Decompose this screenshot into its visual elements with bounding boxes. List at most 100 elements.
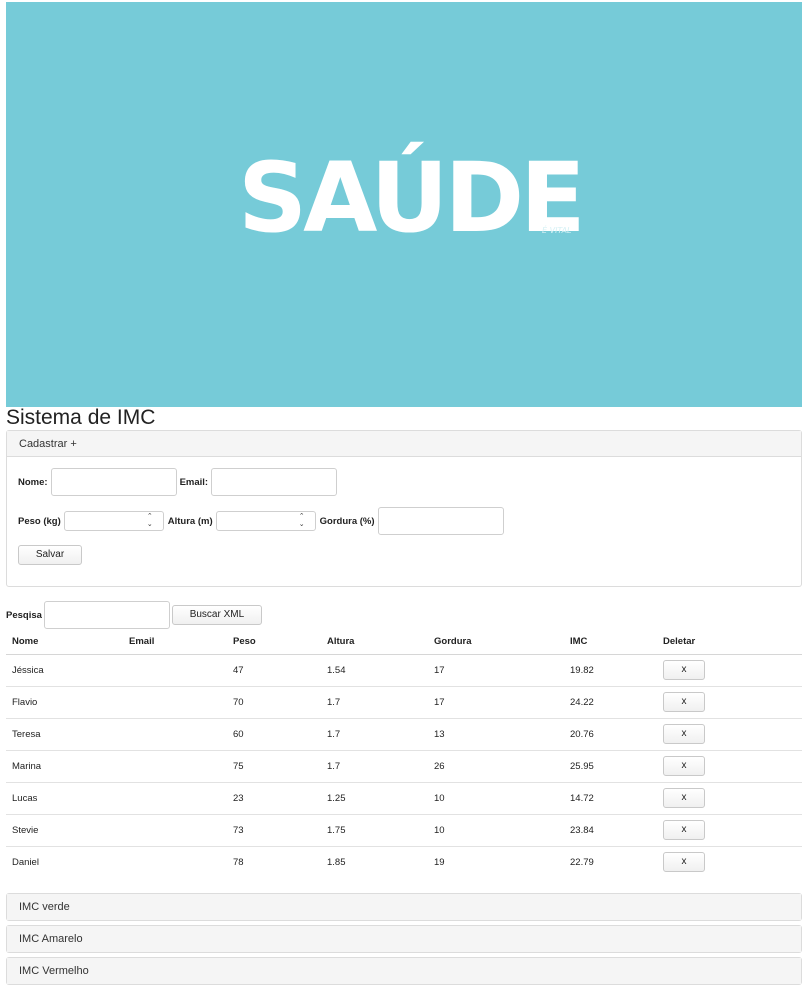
- cell-altura: 1.7: [321, 686, 428, 719]
- peso-input[interactable]: ⌃ ⌄: [63, 511, 164, 531]
- cell-deletar: x: [657, 846, 802, 878]
- search-bar: Pesqisa Buscar XML: [6, 601, 262, 629]
- cell-altura: 1.54: [321, 654, 428, 687]
- register-panel-header[interactable]: Cadastrar +: [7, 431, 801, 457]
- spinner-icon[interactable]: ⌃ ⌄: [299, 513, 305, 529]
- cell-peso: 47: [227, 654, 321, 687]
- imc-amarelo-header[interactable]: IMC Amarelo: [7, 926, 801, 952]
- cell-imc: 14.72: [564, 782, 657, 815]
- cell-email: [123, 814, 227, 847]
- cell-nome: Teresa: [6, 718, 123, 751]
- cell-deletar: x: [657, 654, 802, 687]
- table-row: Flavio 70 1.7 17 24.22 x: [6, 686, 802, 719]
- cell-deletar: x: [657, 686, 802, 719]
- cell-imc: 24.22: [564, 686, 657, 719]
- cell-gordura: 17: [428, 654, 564, 687]
- cell-peso: 73: [227, 814, 321, 847]
- cell-email: [123, 686, 227, 719]
- imc-vermelho-panel[interactable]: IMC Vermelho: [6, 957, 802, 985]
- logo-text: SAÚDE: [238, 142, 586, 254]
- col-peso: Peso: [227, 630, 321, 655]
- email-label: Email:: [179, 476, 209, 488]
- delete-button[interactable]: x: [663, 724, 705, 744]
- col-imc: IMC: [564, 630, 657, 655]
- cell-deletar: x: [657, 814, 802, 847]
- saude-logo: SAÚDE É VITAL: [238, 148, 586, 248]
- cell-gordura: 13: [428, 718, 564, 751]
- cell-altura: 1.75: [321, 814, 428, 847]
- cell-email: [123, 654, 227, 687]
- save-button[interactable]: Salvar: [18, 545, 82, 565]
- cell-email: [123, 846, 227, 878]
- imc-amarelo-panel[interactable]: IMC Amarelo: [6, 925, 802, 953]
- col-nome: Nome: [6, 630, 123, 655]
- logo-tagline: É VITAL: [542, 226, 572, 235]
- cell-nome: Flavio: [6, 686, 123, 719]
- table-row: Teresa 60 1.7 13 20.76 x: [6, 718, 802, 751]
- cell-email: [123, 718, 227, 751]
- cell-deletar: x: [657, 782, 802, 815]
- gordura-input[interactable]: [377, 507, 504, 535]
- table-row: Daniel 78 1.85 19 22.79 x: [6, 846, 802, 878]
- cell-nome: Stevie: [6, 814, 123, 847]
- cell-gordura: 10: [428, 814, 564, 847]
- page-title: Sistema de IMC: [6, 406, 156, 429]
- table-row: Stevie 73 1.75 10 23.84 x: [6, 814, 802, 847]
- table-row: Lucas 23 1.25 10 14.72 x: [6, 782, 802, 815]
- search-label: Pesqisa: [6, 609, 42, 621]
- email-input[interactable]: [211, 468, 338, 496]
- col-email: Email: [123, 630, 227, 655]
- cell-imc: 22.79: [570, 856, 594, 868]
- altura-input[interactable]: ⌃ ⌄: [215, 511, 316, 531]
- delete-button[interactable]: x: [663, 788, 705, 808]
- imc-vermelho-header[interactable]: IMC Vermelho: [7, 958, 801, 984]
- cell-deletar: x: [657, 718, 802, 751]
- cell-altura: 1.7: [321, 718, 428, 751]
- cell-imc: 25.95: [564, 750, 657, 783]
- cell-imc: 23.84: [564, 814, 657, 847]
- col-gordura: Gordura: [428, 630, 564, 655]
- spinner-icon[interactable]: ⌃ ⌄: [147, 513, 153, 529]
- cell-gordura: 19: [434, 856, 445, 868]
- delete-button[interactable]: x: [663, 852, 705, 873]
- delete-button[interactable]: x: [663, 660, 705, 680]
- cell-deletar: x: [657, 750, 802, 783]
- cell-email: [123, 782, 227, 815]
- save-row: Salvar: [18, 545, 82, 565]
- cell-gordura: 26: [428, 750, 564, 783]
- page: SAÚDE É VITAL Sistema de IMC Cadastrar +…: [0, 0, 806, 989]
- imc-verde-header[interactable]: IMC verde: [7, 894, 801, 920]
- imc-verde-panel[interactable]: IMC verde: [6, 893, 802, 921]
- cell-nome: Lucas: [6, 782, 123, 815]
- table-row: Jéssica 47 1.54 17 19.82 x: [6, 654, 802, 687]
- delete-button[interactable]: x: [663, 692, 705, 712]
- col-altura: Altura: [321, 630, 428, 655]
- cell-nome: Daniel: [12, 856, 39, 868]
- cell-gordura: 10: [428, 782, 564, 815]
- col-deletar: Deletar: [657, 630, 802, 655]
- cell-gordura: 17: [428, 686, 564, 719]
- peso-label: Peso (kg): [18, 515, 61, 527]
- search-input[interactable]: [43, 601, 170, 629]
- register-panel: Cadastrar + Nome: Email: Peso (kg) ⌃ ⌄ Al…: [6, 430, 802, 587]
- imc-table: Nome Email Peso Altura Gordura IMC Delet…: [6, 630, 802, 878]
- nome-input[interactable]: [50, 468, 177, 496]
- cell-imc: 20.76: [564, 718, 657, 751]
- cell-altura: 1.85: [327, 856, 346, 868]
- search-xml-button[interactable]: Buscar XML: [171, 605, 262, 625]
- cell-nome: Marina: [6, 750, 123, 783]
- cell-altura: 1.25: [321, 782, 428, 815]
- cell-altura: 1.7: [321, 750, 428, 783]
- name-email-row: Nome: Email:: [18, 468, 338, 496]
- hero-banner: SAÚDE É VITAL: [6, 2, 802, 407]
- gordura-label: Gordura (%): [319, 515, 375, 527]
- cell-imc: 19.82: [564, 654, 657, 687]
- cell-peso: 23: [227, 782, 321, 815]
- delete-button[interactable]: x: [663, 756, 705, 776]
- table-header-row: Nome Email Peso Altura Gordura IMC Delet…: [6, 630, 802, 655]
- measures-row: Peso (kg) ⌃ ⌄ Altura (m) ⌃ ⌄ Gordura (%): [18, 507, 504, 535]
- cell-peso: 60: [227, 718, 321, 751]
- delete-button[interactable]: x: [663, 820, 705, 840]
- cell-peso: 78: [233, 856, 244, 868]
- altura-label: Altura (m): [167, 515, 213, 527]
